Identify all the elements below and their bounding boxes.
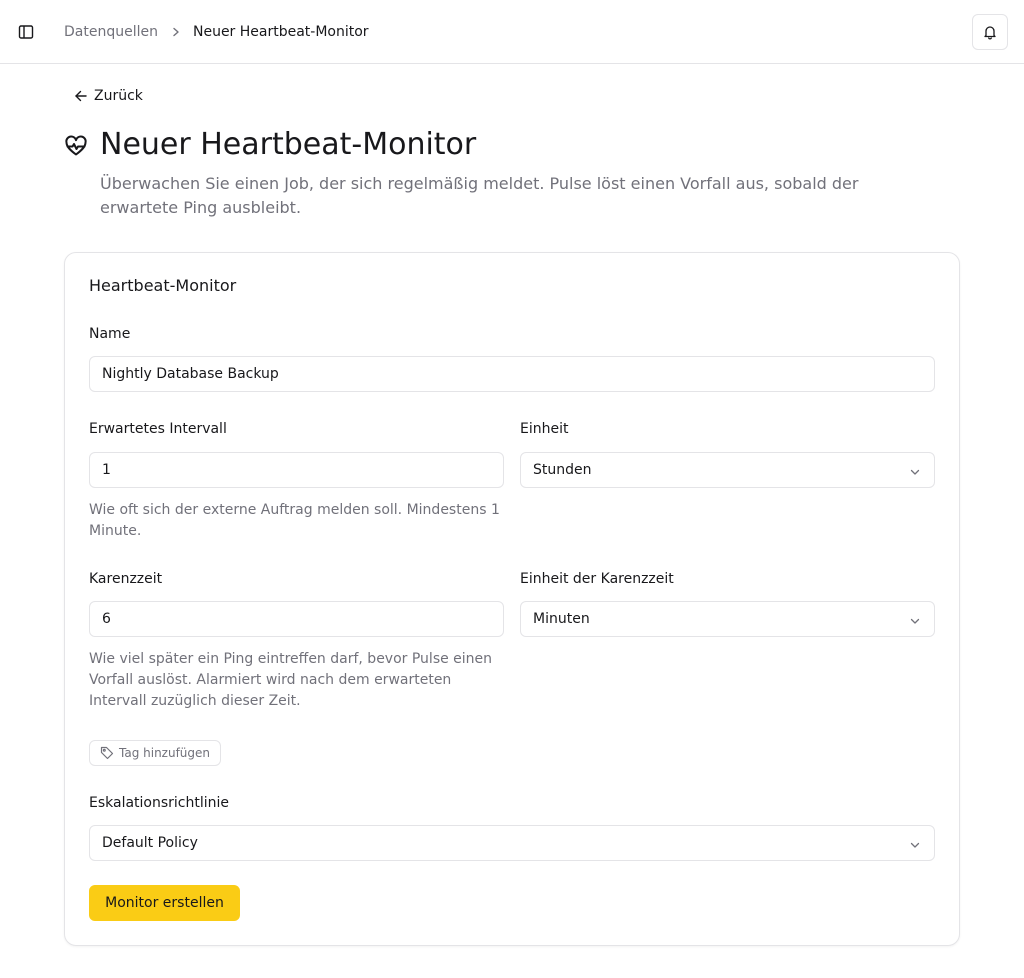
grace-input-value: 6 bbox=[102, 611, 111, 627]
grace-hint: Wie viel später ein Ping eintreffen darf… bbox=[89, 651, 493, 709]
name-label: Name bbox=[89, 326, 131, 342]
chevron-down-icon bbox=[910, 465, 920, 481]
notifications-button[interactable] bbox=[972, 14, 1008, 50]
interval-unit-select[interactable]: Stunden bbox=[520, 452, 935, 488]
chevron-down-icon bbox=[910, 838, 920, 854]
monitor-form-card: Heartbeat-Monitor Name Nightly Database … bbox=[64, 252, 960, 946]
grace-unit-selected: Minuten bbox=[533, 611, 590, 627]
breadcrumb: Datenquellen Neuer Heartbeat-Monitor bbox=[64, 22, 369, 42]
card-title: Heartbeat-Monitor bbox=[89, 276, 237, 295]
arrow-left-icon bbox=[74, 89, 94, 103]
create-monitor-button[interactable]: Monitor erstellen bbox=[89, 885, 240, 921]
page-description: Überwachen Sie einen Job, der sich regel… bbox=[100, 174, 859, 217]
breadcrumb-current: Neuer Heartbeat-Monitor bbox=[192, 24, 369, 40]
escalation-selected: Default Policy bbox=[102, 835, 198, 851]
panel-left-icon[interactable] bbox=[14, 20, 38, 44]
add-tag-button[interactable]: Tag hinzufügen bbox=[89, 740, 222, 766]
name-input-value: Nightly Database Backup bbox=[102, 366, 279, 382]
grace-label: Karenzzeit bbox=[89, 571, 163, 587]
interval-hint: Wie oft sich der externe Auftrag melden … bbox=[89, 502, 500, 539]
bell-icon bbox=[982, 24, 998, 40]
page-title: Neuer Heartbeat-Monitor bbox=[100, 127, 477, 162]
interval-label: Erwartetes Intervall bbox=[89, 421, 227, 437]
grace-input[interactable]: 6 bbox=[89, 601, 504, 637]
heart-pulse-icon bbox=[64, 134, 88, 158]
chevron-down-icon bbox=[910, 614, 920, 630]
top-bar: Datenquellen Neuer Heartbeat-Monitor bbox=[0, 0, 1024, 64]
interval-input[interactable]: 1 bbox=[89, 452, 504, 488]
grace-unit-label: Einheit der Karenzzeit bbox=[520, 571, 674, 587]
chevron-right-icon bbox=[171, 27, 181, 37]
name-input[interactable]: Nightly Database Backup bbox=[89, 356, 935, 392]
escalation-select[interactable]: Default Policy bbox=[89, 825, 935, 861]
add-tag-label: Tag hinzufügen bbox=[119, 746, 211, 760]
escalation-label: Eskalationsrichtlinie bbox=[89, 795, 230, 811]
interval-unit-selected: Stunden bbox=[533, 462, 592, 478]
breadcrumb-datenquellen-link[interactable]: Datenquellen bbox=[64, 24, 158, 40]
back-label: Zurück bbox=[94, 88, 143, 104]
interval-input-value: 1 bbox=[102, 462, 111, 478]
back-link[interactable]: Zurück bbox=[74, 86, 143, 106]
interval-unit-label: Einheit bbox=[520, 421, 569, 437]
grace-unit-select[interactable]: Minuten bbox=[520, 601, 935, 637]
tag-icon bbox=[100, 746, 119, 760]
